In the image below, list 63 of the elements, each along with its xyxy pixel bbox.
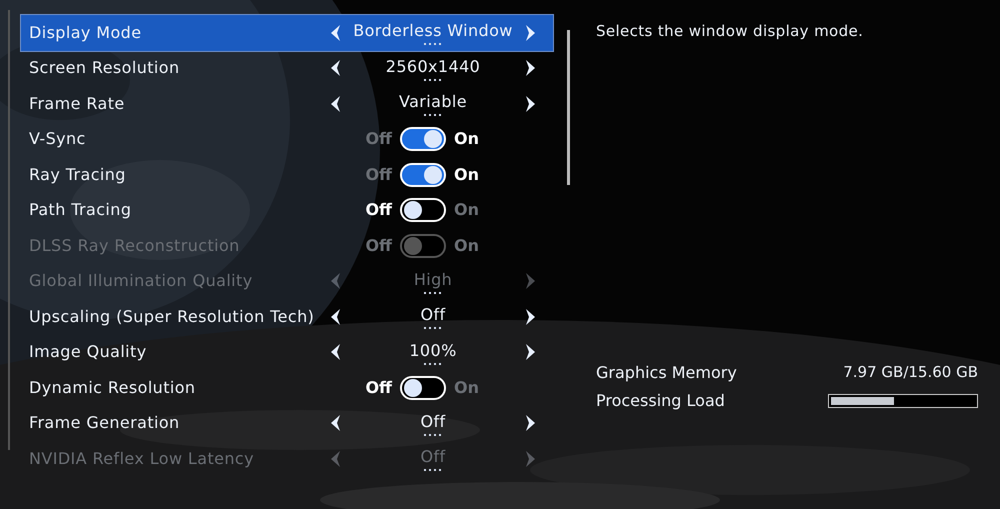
scrollbar[interactable] [567,30,570,185]
setting-label: Path Tracing [29,199,132,222]
off-label: Off [365,234,392,257]
setting-value: Variable [399,91,467,114]
right-arrow-icon[interactable] [525,59,537,78]
setting-row[interactable]: Upscaling (Super Resolution Tech) Off [21,299,553,334]
option-dots-icon [423,292,443,295]
option-dots-icon [423,43,443,46]
setting-row[interactable]: Screen Resolution 2560x1440 [21,50,553,86]
right-arrow-icon[interactable] [525,94,537,113]
off-label: Off [365,199,392,222]
setting-label: Frame Rate [29,92,126,115]
on-label: On [454,376,479,399]
setting-value: Borderless Window [353,20,513,42]
setting-label: Upscaling (Super Resolution Tech) [29,306,316,328]
setting-label: Display Mode [29,22,142,44]
option-dots-icon [423,469,443,472]
on-label: On [454,234,479,257]
setting-row[interactable]: Image Quality 100% [21,334,553,370]
setting-value: Off [420,410,446,433]
on-label: On [454,199,479,222]
setting-label: Ray Tracing [29,164,127,186]
setting-label: Frame Generation [29,412,181,434]
left-arrow-icon[interactable] [329,308,341,326]
setting-value: 100% [409,340,457,362]
option-dots-icon [423,114,443,118]
setting-label: Global Illumination Quality [29,270,254,292]
option-dots-icon [423,362,443,366]
setting-row[interactable]: Frame Generation Off [21,406,553,441]
setting-row[interactable]: Path Tracing Off On [21,192,553,228]
setting-value: Off [420,304,446,326]
setting-row[interactable]: Frame Rate Variable [21,86,553,122]
setting-row[interactable]: Ray Tracing Off On [21,157,553,192]
setting-label: DLSS Ray Reconstruction [29,234,241,257]
right-arrow-icon[interactable] [525,343,537,362]
left-arrow-icon[interactable] [329,94,341,113]
option-dots-icon [423,327,443,330]
left-arrow-icon[interactable] [329,343,341,362]
option-dots-icon [423,434,443,437]
off-label: Off [365,164,392,186]
setting-value: Off [420,446,446,468]
setting-label: Dynamic Resolution [29,376,196,399]
left-arrow-icon[interactable] [329,414,341,432]
right-arrow-icon[interactable] [525,414,537,432]
left-arrow-icon[interactable] [329,59,341,78]
off-label: Off [365,128,392,150]
load-label: Processing Load [596,390,725,412]
memory-label: Graphics Memory [596,362,737,384]
setting-label: Screen Resolution [29,57,180,80]
memory-value: 7.97 GB/15.60 GB [843,362,978,384]
setting-label: V-Sync [29,128,87,150]
option-dots-icon [423,78,443,82]
on-label: On [454,128,479,150]
off-label: Off [365,376,392,399]
setting-row[interactable]: V-Sync Off On [21,122,553,157]
setting-row[interactable]: Dynamic Resolution Off On [21,370,553,406]
setting-description: Selects the window display mode. [596,21,864,42]
on-label: On [454,164,479,186]
setting-label: Image Quality [29,341,148,364]
setting-value: High [414,268,452,291]
right-arrow-icon[interactable] [525,308,537,326]
setting-label: NVIDIA Reflex Low Latency [29,448,255,470]
setting-value: 2560x1440 [386,56,480,78]
